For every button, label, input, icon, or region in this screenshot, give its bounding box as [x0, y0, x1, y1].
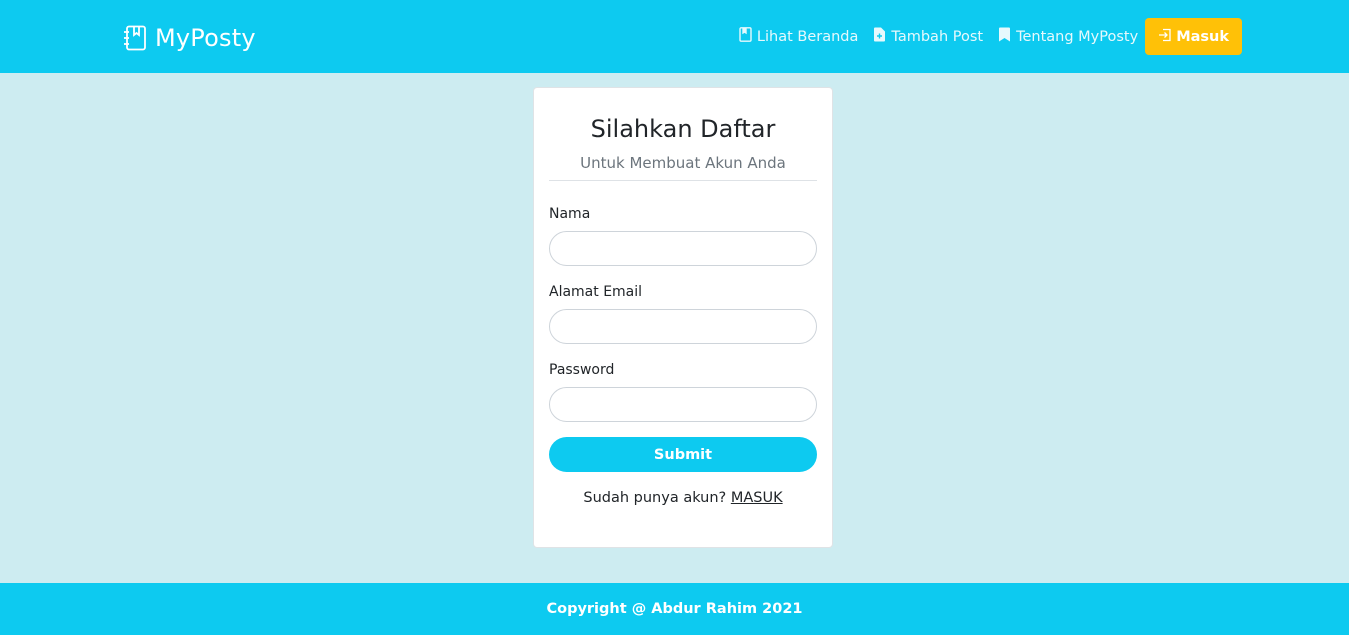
file-plus-icon: [873, 27, 886, 46]
divider: [549, 180, 817, 181]
login-prompt-text: Sudah punya akun?: [583, 490, 727, 506]
password-input[interactable]: [549, 387, 817, 422]
footer: Copyright @ Abdur Rahim 2021: [0, 583, 1349, 635]
nav-link-tambah-post[interactable]: Tambah Post: [873, 27, 983, 46]
nav-link-label: Tambah Post: [891, 28, 984, 45]
login-button[interactable]: Masuk: [1145, 18, 1242, 55]
nav-link-label: Lihat Beranda: [756, 28, 859, 45]
login-prompt: Sudah punya akun? MASUK: [549, 490, 817, 506]
notebook-icon: [123, 25, 147, 51]
brand-name: MyPosty: [155, 24, 256, 52]
nav-link-tentang[interactable]: Tentang MyPosty: [998, 27, 1138, 46]
nav-link-beranda[interactable]: Lihat Beranda: [739, 27, 858, 46]
brand-link[interactable]: MyPosty: [123, 24, 256, 52]
navbar: MyPosty Lihat Beranda Tambah Post Tentan…: [0, 0, 1349, 73]
copyright-text: Copyright @ Abdur Rahim 2021: [546, 601, 803, 617]
bookmark-icon: [998, 27, 1011, 46]
nav-link-label: Tentang MyPosty: [1016, 28, 1139, 45]
form-title: Silahkan Daftar: [590, 115, 776, 143]
journal-icon: [739, 27, 752, 46]
box-arrow-in-icon: [1158, 28, 1172, 46]
name-input[interactable]: [549, 231, 817, 266]
register-card: Silahkan Daftar Untuk Membuat Akun Anda …: [533, 87, 833, 548]
email-input[interactable]: [549, 309, 817, 344]
form-subtitle: Untuk Membuat Akun Anda: [580, 154, 786, 172]
nav-links: Lihat Beranda Tambah Post Tentang MyPost…: [739, 18, 1242, 55]
name-label: Nama: [549, 206, 591, 222]
login-button-label: Masuk: [1176, 28, 1229, 45]
email-label: Alamat Email: [549, 284, 643, 300]
submit-button[interactable]: Submit: [549, 437, 817, 472]
login-link[interactable]: MASUK: [731, 490, 783, 506]
password-label: Password: [549, 362, 615, 378]
